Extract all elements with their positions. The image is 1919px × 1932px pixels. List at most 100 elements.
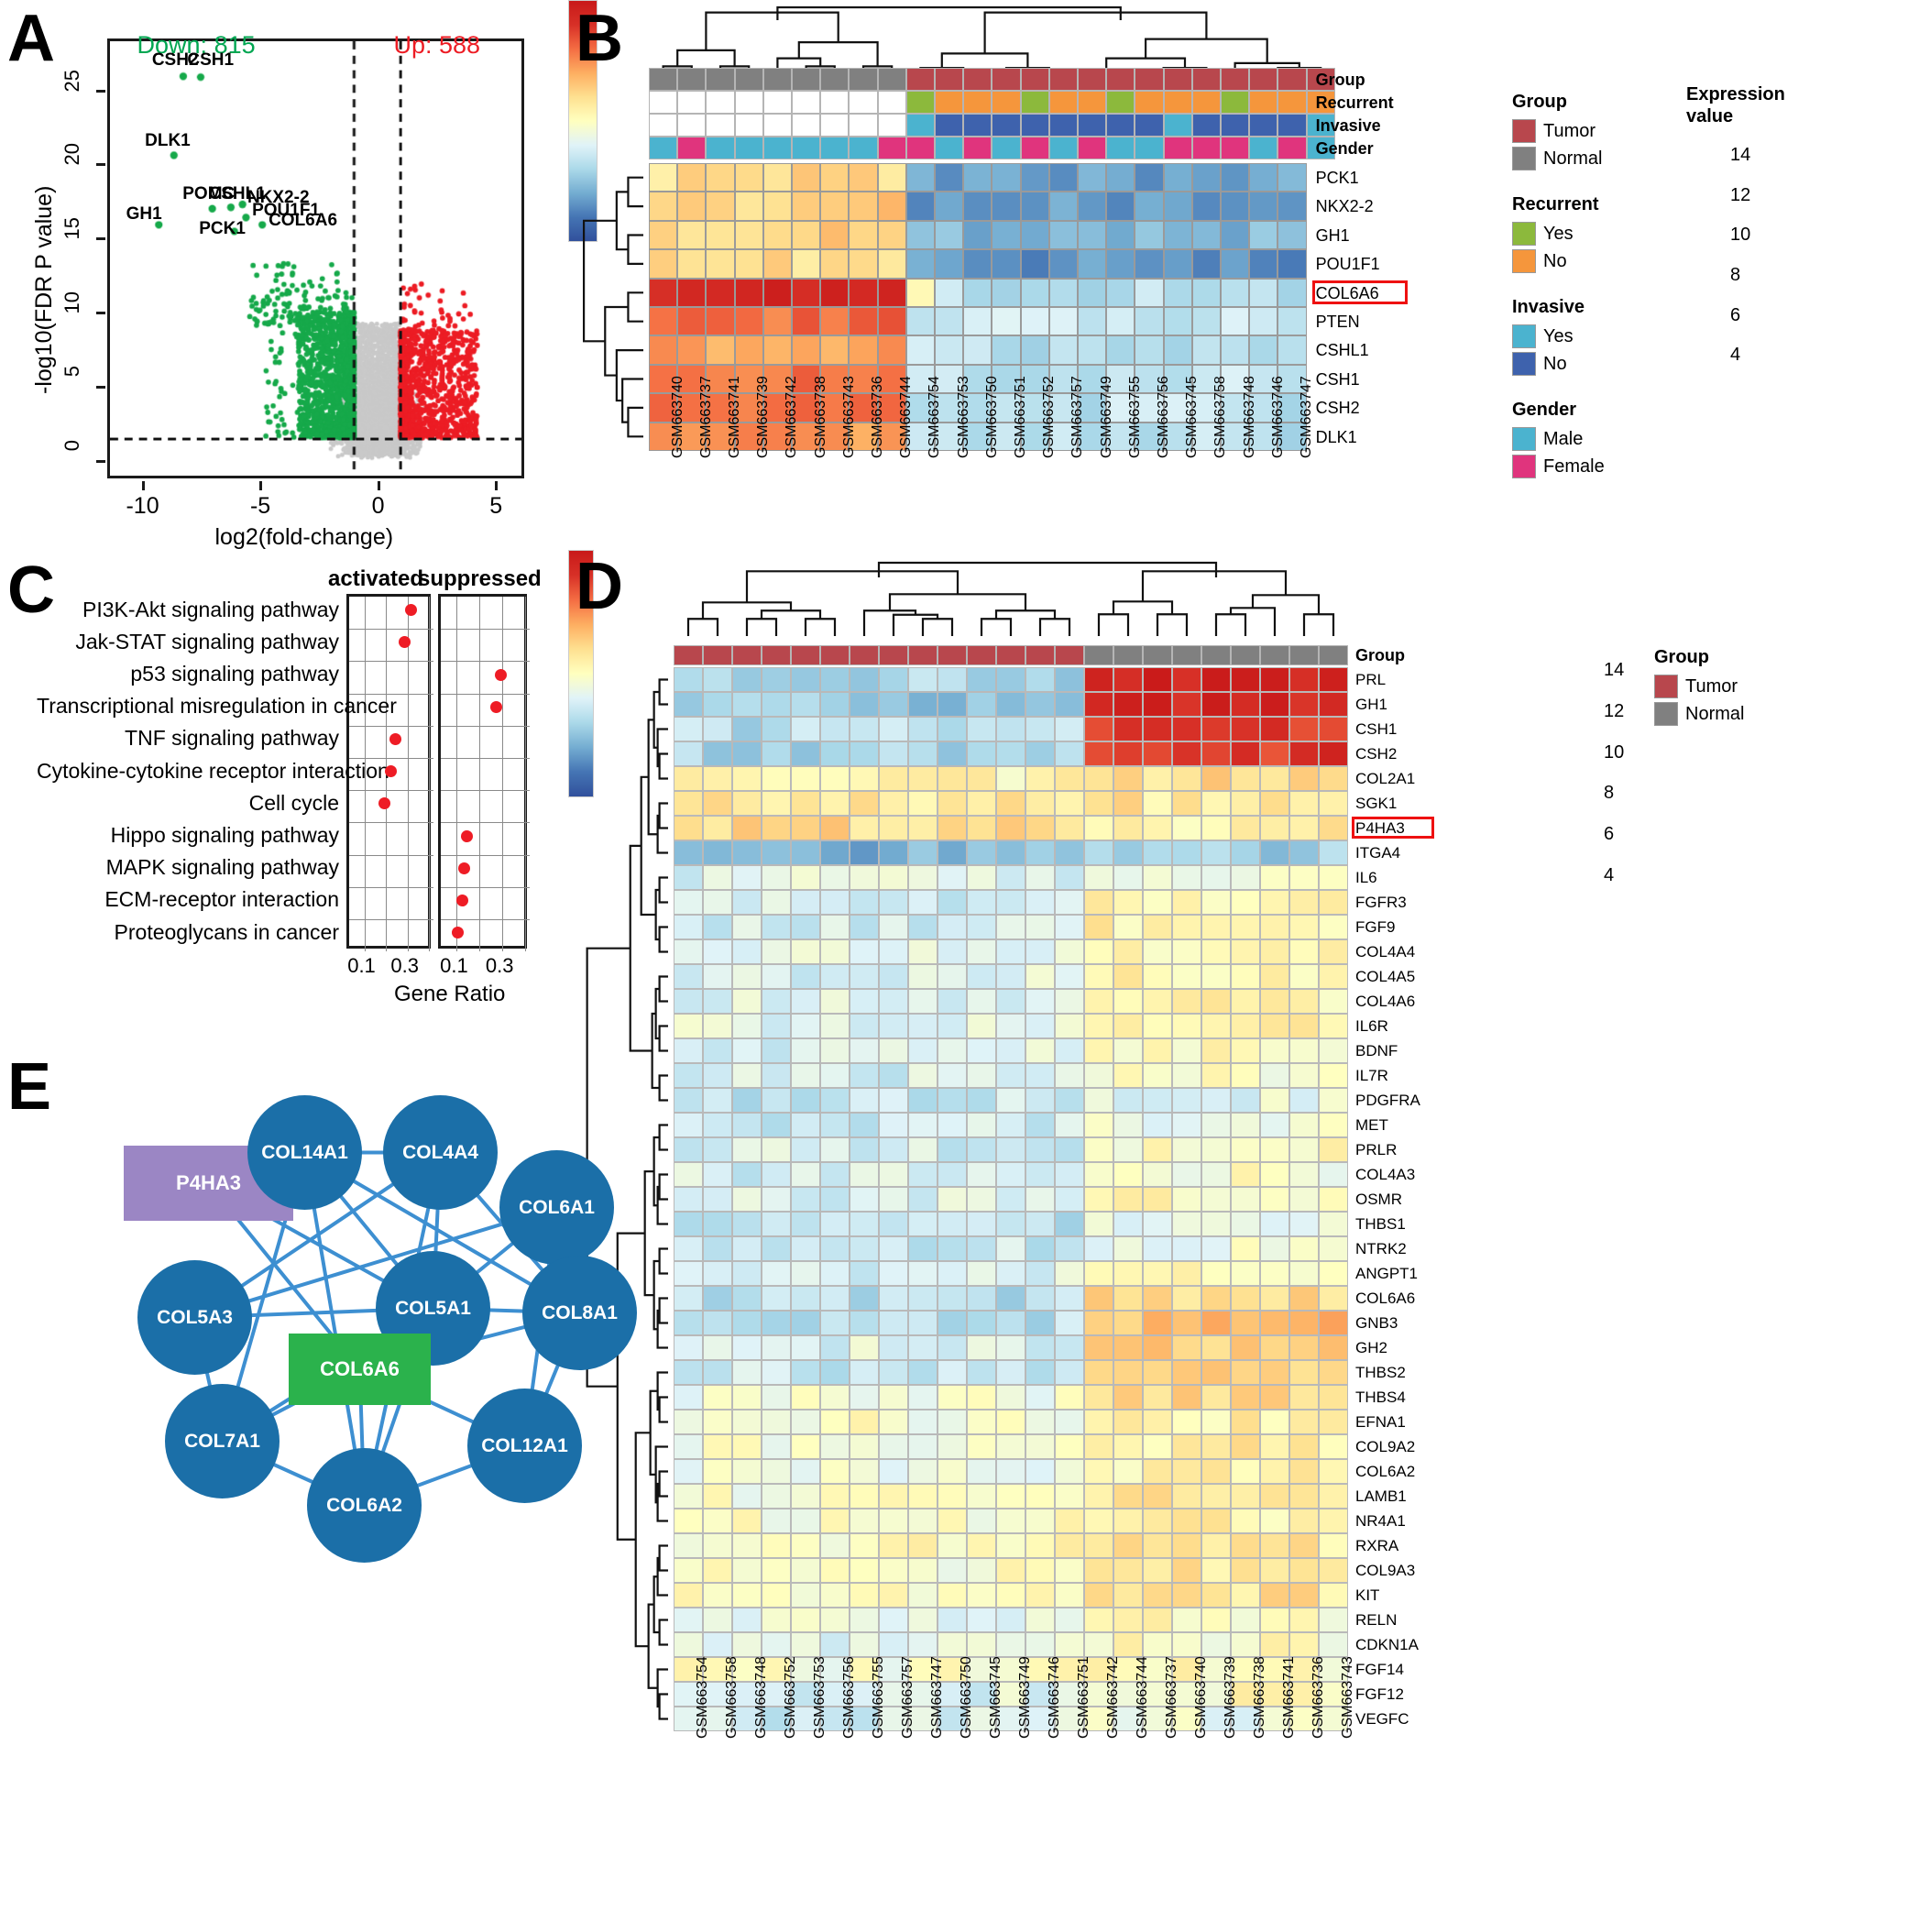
heatmap-cell	[732, 1509, 762, 1533]
group-annotation-cell	[996, 645, 1025, 665]
network-node-col12a1[interactable]: COL12A1	[467, 1389, 582, 1503]
heatmap-cell	[762, 1236, 791, 1261]
heatmap-cell	[791, 1459, 820, 1484]
heatmap-cell	[1319, 1484, 1348, 1509]
heatmap-cell	[791, 791, 820, 816]
heatmap-cell	[1143, 1113, 1172, 1137]
heatmap-cell	[1231, 1137, 1260, 1162]
network-node-col8a1[interactable]: COL8A1	[522, 1256, 637, 1370]
heatmap-cell	[1020, 249, 1049, 279]
heatmap-cell	[732, 1088, 762, 1113]
heatmap-cell	[732, 1162, 762, 1187]
network-node-col7a1[interactable]: COL7A1	[165, 1384, 280, 1498]
annotation-cell-group	[1106, 68, 1135, 91]
heatmap-cell	[1143, 939, 1172, 964]
network-node-col5a3[interactable]: COL5A3	[137, 1260, 252, 1375]
heatmap-cell	[1260, 791, 1289, 816]
gene-row-label: NR4A1	[1355, 1512, 1406, 1530]
heatmap-cell	[1201, 692, 1231, 717]
heatmap-cell	[1319, 1632, 1348, 1657]
gene-row-label: CSH2	[1315, 399, 1360, 418]
legend-swatch	[1654, 675, 1678, 698]
grid-hline	[441, 886, 530, 888]
heatmap-cell	[905, 335, 935, 365]
network-node-col14a1[interactable]: COL14A1	[247, 1095, 362, 1210]
sample-column-label: GSM663738	[812, 376, 828, 458]
heatmap-cell	[762, 964, 791, 989]
heatmap-cell	[967, 667, 996, 692]
heatmap-cell	[1025, 1385, 1055, 1410]
heatmap-cell	[1025, 1335, 1055, 1360]
heatmap-cell	[1289, 1385, 1319, 1410]
heatmap-cell	[1055, 1063, 1084, 1088]
gene-row-label: VEGFC	[1355, 1710, 1409, 1728]
pathway-dot-activated	[389, 732, 401, 745]
gene-row-label: COL9A2	[1355, 1438, 1416, 1455]
heatmap-cell	[879, 890, 908, 915]
heatmap-cell	[1231, 915, 1260, 939]
annotation-cell-gender	[1106, 137, 1135, 159]
heatmap-cell	[1113, 1509, 1143, 1533]
annotation-cell-recurrent	[905, 91, 935, 114]
annotation-cell-invasive	[762, 114, 792, 137]
heatmap-cell	[996, 964, 1025, 989]
heatmap-cell	[938, 915, 967, 939]
heatmap-cell	[791, 1632, 820, 1657]
network-node-col4a4[interactable]: COL4A4	[383, 1095, 498, 1210]
sample-column-label: GSM663741	[1281, 1656, 1297, 1739]
heatmap-cell	[938, 766, 967, 791]
legend-title: Recurrent	[1512, 194, 1599, 214]
annotation-cell-invasive	[706, 114, 735, 137]
heatmap-cell	[820, 1014, 850, 1038]
annotation-cell-invasive	[1278, 114, 1307, 137]
network-node-col6a6[interactable]: COL6A6	[289, 1334, 431, 1405]
heatmap-cell	[1172, 1286, 1201, 1311]
annotation-cell-gender	[734, 137, 763, 159]
network-node-col6a1[interactable]: COL6A1	[499, 1150, 614, 1265]
heatmap-cell	[1172, 1434, 1201, 1459]
heatmap-cell	[1260, 1113, 1289, 1137]
heatmap-cell	[938, 1583, 967, 1608]
heatmap-cell	[938, 1088, 967, 1113]
legend-swatch	[1512, 455, 1536, 478]
heatmap-cell	[1289, 1434, 1319, 1459]
heatmap-cell	[703, 1088, 732, 1113]
heatmap-cell	[791, 1137, 820, 1162]
legend-swatch	[1654, 702, 1678, 726]
heatmap-cell	[877, 192, 906, 221]
heatmap-cell	[1113, 865, 1143, 890]
pathway-dot-suppressed	[494, 668, 507, 681]
sample-column-label: GSM663748	[753, 1656, 769, 1739]
heatmap-cell	[1231, 741, 1260, 766]
heatmap-cell	[938, 1509, 967, 1533]
heatmap-cell	[850, 692, 879, 717]
network-node-col6a2[interactable]: COL6A2	[307, 1448, 422, 1563]
heatmap-cell	[1221, 163, 1250, 192]
heatmap-cell	[967, 1162, 996, 1187]
sample-column-label: GSM663749	[1017, 1656, 1033, 1739]
heatmap-cell	[674, 865, 703, 890]
annotation-cell-invasive	[1191, 114, 1221, 137]
heatmap-cell	[1172, 1162, 1201, 1187]
heatmap-cell	[967, 1608, 996, 1632]
heatmap-cell	[703, 1187, 732, 1212]
y-tick-label: 15	[60, 217, 83, 240]
heatmap-cell	[1084, 1187, 1113, 1212]
heatmap-cell	[706, 307, 735, 336]
heatmap-cell	[1260, 865, 1289, 890]
heatmap-cell	[703, 1410, 732, 1434]
heatmap-cell	[1055, 1137, 1084, 1162]
heatmap-cell	[674, 840, 703, 865]
heatmap-cell	[879, 1236, 908, 1261]
heatmap-cell	[1113, 915, 1143, 939]
heatmap-cell	[1172, 1632, 1201, 1657]
heatmap-cell	[967, 1410, 996, 1434]
heatmap-cell	[820, 1632, 850, 1657]
heatmap-cell	[1201, 865, 1231, 890]
heatmap-cell	[1084, 1608, 1113, 1632]
heatmap-cell	[850, 1335, 879, 1360]
heatmap-cell	[1025, 1509, 1055, 1533]
heatmap-cell	[1319, 1311, 1348, 1335]
heatmap-cell	[762, 1187, 791, 1212]
heatmap-cell	[1319, 1261, 1348, 1286]
